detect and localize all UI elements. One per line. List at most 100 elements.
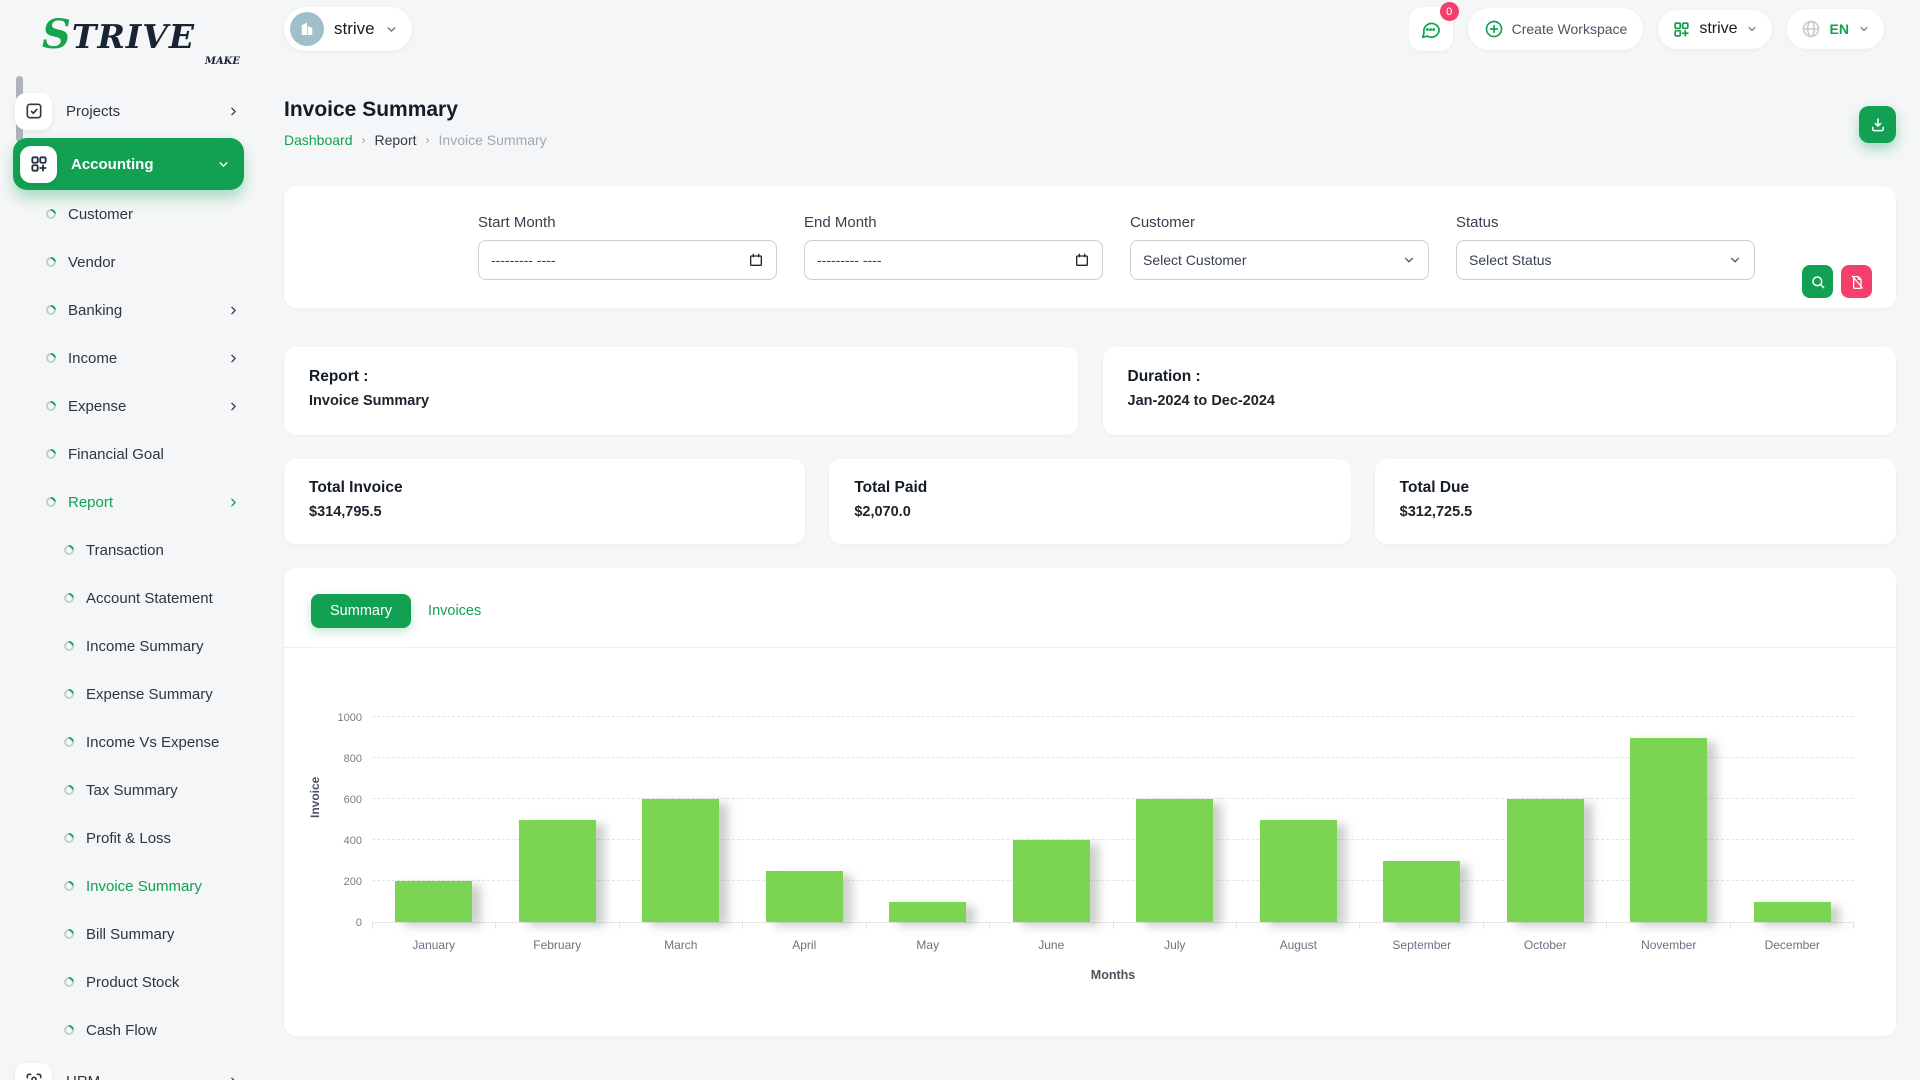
sidebar-item-cash-flow[interactable]: Cash Flow xyxy=(0,1006,262,1054)
chat-icon xyxy=(1421,22,1441,38)
sidebar-item-vendor[interactable]: Vendor xyxy=(0,238,262,286)
chart-bar-september[interactable] xyxy=(1383,860,1461,922)
tab-summary[interactable]: Summary xyxy=(311,594,412,628)
sidebar-item-report[interactable]: Report xyxy=(0,478,262,526)
topbar-actions: 0 Create Workspace strive EN xyxy=(1408,2,1884,51)
chart-bar-slot xyxy=(619,668,743,922)
calendar-icon[interactable] xyxy=(1074,252,1090,268)
chart-bar-slot xyxy=(1731,668,1855,922)
sidebar-item-label: Accounting xyxy=(71,155,154,173)
grid-plus-icon xyxy=(1674,21,1690,37)
total-card-value: $2,070.0 xyxy=(854,504,911,520)
bullet-ring-icon xyxy=(43,350,59,366)
chart-x-label-june: June xyxy=(1038,938,1065,952)
sidebar-item-transaction[interactable]: Transaction xyxy=(0,526,262,574)
chart-bar-february[interactable] xyxy=(518,819,596,922)
workspace-switcher[interactable]: strive xyxy=(284,7,412,51)
bullet-ring-icon xyxy=(61,686,77,702)
chart-bar-january[interactable] xyxy=(395,881,473,922)
sidebar-item-label: Report xyxy=(68,493,114,511)
sidebar-item-income-vs-expense[interactable]: Income Vs Expense xyxy=(0,718,262,766)
sidebar-item-label: Income Summary xyxy=(86,637,204,655)
chart-bar-may[interactable] xyxy=(889,901,967,922)
breadcrumb-separator: › xyxy=(425,133,430,147)
chart-x-label-february: February xyxy=(533,938,582,952)
sidebar-item-label: Income xyxy=(68,349,118,367)
workspace-name: strive xyxy=(334,19,375,38)
chart-bar-march[interactable] xyxy=(642,799,720,922)
breadcrumb-report[interactable]: Report xyxy=(375,132,417,148)
sidebar-item-account-statement[interactable]: Account Statement xyxy=(0,574,262,622)
total-card-total-invoice: Total Invoice $314,795.5 xyxy=(284,459,806,544)
sidebar-item-projects[interactable]: Projects xyxy=(0,84,262,138)
download-button[interactable] xyxy=(1859,106,1896,143)
chevron-down-icon xyxy=(1860,26,1868,32)
chart-bar-december[interactable] xyxy=(1753,901,1831,922)
end-month-input[interactable]: --------- ---- xyxy=(804,240,1103,280)
chart-y-axis-title: Invoice xyxy=(308,776,322,818)
chart-x-label-april: April xyxy=(792,938,817,952)
total-card-label: Total Paid xyxy=(854,479,928,496)
sidebar-item-income[interactable]: Income xyxy=(0,334,262,382)
chart-bar-june[interactable] xyxy=(1012,840,1090,922)
start-month-input[interactable]: --------- ---- xyxy=(478,240,777,280)
chart-x-label-october: October xyxy=(1523,938,1567,952)
bullet-ring-icon xyxy=(43,206,59,222)
page-title: Invoice Summary xyxy=(284,98,458,121)
messages-button[interactable]: 0 xyxy=(1408,2,1459,51)
sidebar-item-income-summary[interactable]: Income Summary xyxy=(0,622,262,670)
chart-bar-august[interactable] xyxy=(1259,819,1337,922)
chart-bar-slot xyxy=(1360,668,1484,922)
customer-label: Customer xyxy=(1130,214,1196,231)
chart-x-label-august: August xyxy=(1279,938,1317,952)
sidebar-item-expense-summary[interactable]: Expense Summary xyxy=(0,670,262,718)
workspace-avatar xyxy=(290,12,324,46)
sidebar-item-label: Projects xyxy=(66,102,121,120)
report-card-value: Invoice Summary xyxy=(309,393,430,409)
sidebar-item-label: Invoice Summary xyxy=(86,877,202,895)
chevron-icon xyxy=(227,400,240,413)
chart-bar-july[interactable] xyxy=(1136,799,1214,922)
sidebar-item-label: Bill Summary xyxy=(86,925,175,943)
org-switcher[interactable]: strive xyxy=(1658,9,1772,49)
chart-bar-april[interactable] xyxy=(765,870,843,922)
chart-bar-october[interactable] xyxy=(1506,799,1584,922)
bullet-ring-icon xyxy=(61,638,77,654)
customer-select[interactable]: Select Customer xyxy=(1130,240,1429,280)
breadcrumb-dashboard[interactable]: Dashboard xyxy=(284,132,353,148)
sidebar-item-bill-summary[interactable]: Bill Summary xyxy=(0,910,262,958)
brand-wordmark-s: S xyxy=(42,11,72,58)
sidebar-item-banking[interactable]: Banking xyxy=(0,286,262,334)
sidebar-item-hrm[interactable]: HRM xyxy=(0,1054,262,1080)
brand-tagline: MAKE xyxy=(204,56,240,67)
create-workspace-button[interactable]: Create Workspace xyxy=(1467,8,1644,50)
sidebar-item-customer[interactable]: Customer xyxy=(0,190,262,238)
apply-filter-button[interactable] xyxy=(1802,265,1833,298)
status-field: Status Select Status xyxy=(1456,214,1755,308)
brand-logo[interactable]: S TRIVE MAKE xyxy=(0,0,262,68)
sidebar-item-label: Tax Summary xyxy=(86,781,178,799)
chart-bar-november[interactable] xyxy=(1630,737,1708,922)
sidebar-item-profit-loss[interactable]: Profit & Loss xyxy=(0,814,262,862)
sidebar-item-tax-summary[interactable]: Tax Summary xyxy=(0,766,262,814)
customer-field: Customer Select Customer xyxy=(1130,214,1429,308)
duration-card-value: Jan-2024 to Dec-2024 xyxy=(1127,393,1276,409)
language-switcher[interactable]: EN xyxy=(1786,9,1884,49)
sidebar-item-invoice-summary[interactable]: Invoice Summary xyxy=(0,862,262,910)
sidebar-item-expense[interactable]: Expense xyxy=(0,382,262,430)
calendar-icon[interactable] xyxy=(748,252,764,268)
app-root: S TRIVE MAKE Projects Accounting Customer… xyxy=(0,0,1920,1080)
sidebar-item-financial-goal[interactable]: Financial Goal xyxy=(0,430,262,478)
search-icon xyxy=(1811,275,1824,288)
status-select[interactable]: Select Status xyxy=(1456,240,1755,280)
reset-filter-button[interactable] xyxy=(1841,265,1872,298)
total-card-total-paid: Total Paid $2,070.0 xyxy=(829,459,1351,544)
create-workspace-label: Create Workspace xyxy=(1511,21,1628,37)
bullet-ring-icon xyxy=(61,830,77,846)
tab-invoices[interactable]: Invoices xyxy=(428,603,481,619)
chart-y-tick: 400 xyxy=(343,835,362,847)
chart-y-tick: 200 xyxy=(343,876,362,888)
sidebar-item-accounting[interactable]: Accounting xyxy=(13,138,244,190)
sidebar-nav: Projects Accounting Customer Vendor Bank… xyxy=(0,84,262,1080)
sidebar-item-product-stock[interactable]: Product Stock xyxy=(0,958,262,1006)
